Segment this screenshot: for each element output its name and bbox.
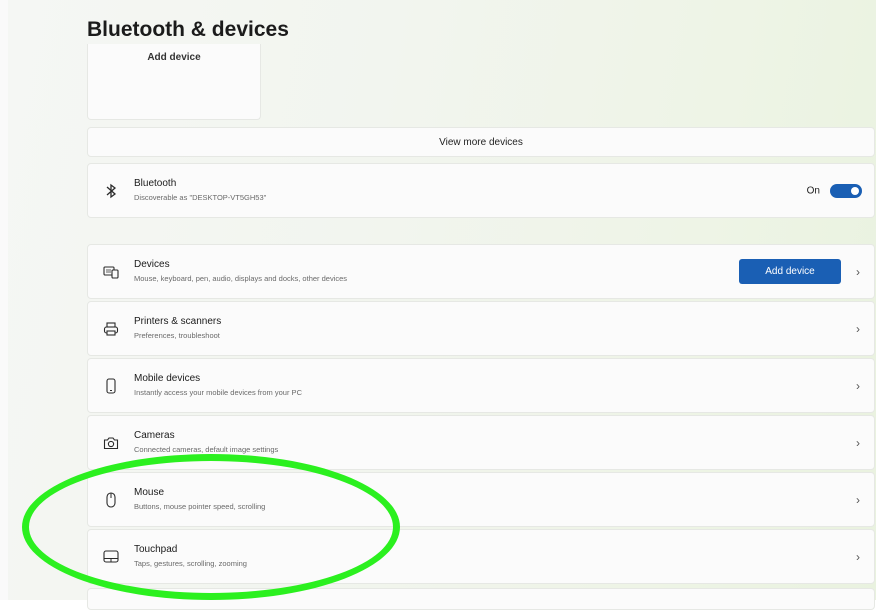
devices-icon	[102, 263, 120, 281]
add-device-tile-label: Add device	[147, 52, 201, 63]
mouse-title: Mouse	[134, 487, 165, 498]
chevron-right-icon: ›	[856, 321, 860, 336]
printer-icon	[102, 320, 120, 338]
mobile-devices-subtitle: Instantly access your mobile devices fro…	[134, 388, 302, 397]
devices-title: Devices	[134, 259, 170, 270]
camera-icon	[102, 434, 120, 452]
bluetooth-toggle[interactable]	[830, 183, 862, 198]
next-row-partial	[87, 588, 875, 610]
toggle-knob	[851, 186, 859, 195]
mouse-icon	[102, 491, 120, 509]
chevron-right-icon: ›	[856, 264, 860, 279]
bluetooth-toggle-label: On	[806, 185, 820, 196]
view-more-devices-label: View more devices	[439, 136, 523, 148]
cameras-subtitle: Connected cameras, default image setting…	[134, 445, 279, 454]
touchpad-title: Touchpad	[134, 544, 178, 555]
mouse-subtitle: Buttons, mouse pointer speed, scrolling	[134, 502, 266, 511]
touchpad-icon	[102, 548, 120, 566]
mouse-row[interactable]: Mouse Buttons, mouse pointer speed, scro…	[87, 472, 875, 527]
view-more-devices-button[interactable]: View more devices	[87, 127, 875, 157]
devices-subtitle: Mouse, keyboard, pen, audio, displays an…	[134, 274, 348, 283]
chevron-right-icon: ›	[856, 378, 860, 393]
mobile-devices-title: Mobile devices	[134, 373, 201, 384]
cameras-row[interactable]: Cameras Connected cameras, default image…	[87, 415, 875, 470]
bluetooth-title: Bluetooth	[134, 178, 177, 189]
printers-row[interactable]: Printers & scanners Preferences, trouble…	[87, 301, 875, 356]
page-title: Bluetooth & devices	[87, 18, 289, 41]
chevron-right-icon: ›	[856, 435, 860, 450]
chevron-right-icon: ›	[856, 492, 860, 507]
bluetooth-icon	[102, 182, 120, 200]
add-device-tile[interactable]: Add device	[87, 44, 261, 120]
bluetooth-row: Bluetooth Discoverable as "DESKTOP-VT5GH…	[87, 163, 875, 218]
bluetooth-subtitle: Discoverable as "DESKTOP-VT5GH53"	[134, 193, 267, 202]
touchpad-row[interactable]: Touchpad Taps, gestures, scrolling, zoom…	[87, 529, 875, 584]
chevron-right-icon: ›	[856, 549, 860, 564]
add-device-button[interactable]: Add device	[739, 259, 841, 284]
left-edge	[0, 0, 8, 600]
devices-row[interactable]: Devices Mouse, keyboard, pen, audio, dis…	[87, 244, 875, 299]
cameras-title: Cameras	[134, 430, 175, 441]
phone-icon	[102, 377, 120, 395]
printers-title: Printers & scanners	[134, 316, 222, 327]
mobile-devices-row[interactable]: Mobile devices Instantly access your mob…	[87, 358, 875, 413]
printers-subtitle: Preferences, troubleshoot	[134, 331, 220, 340]
touchpad-subtitle: Taps, gestures, scrolling, zooming	[134, 559, 247, 568]
